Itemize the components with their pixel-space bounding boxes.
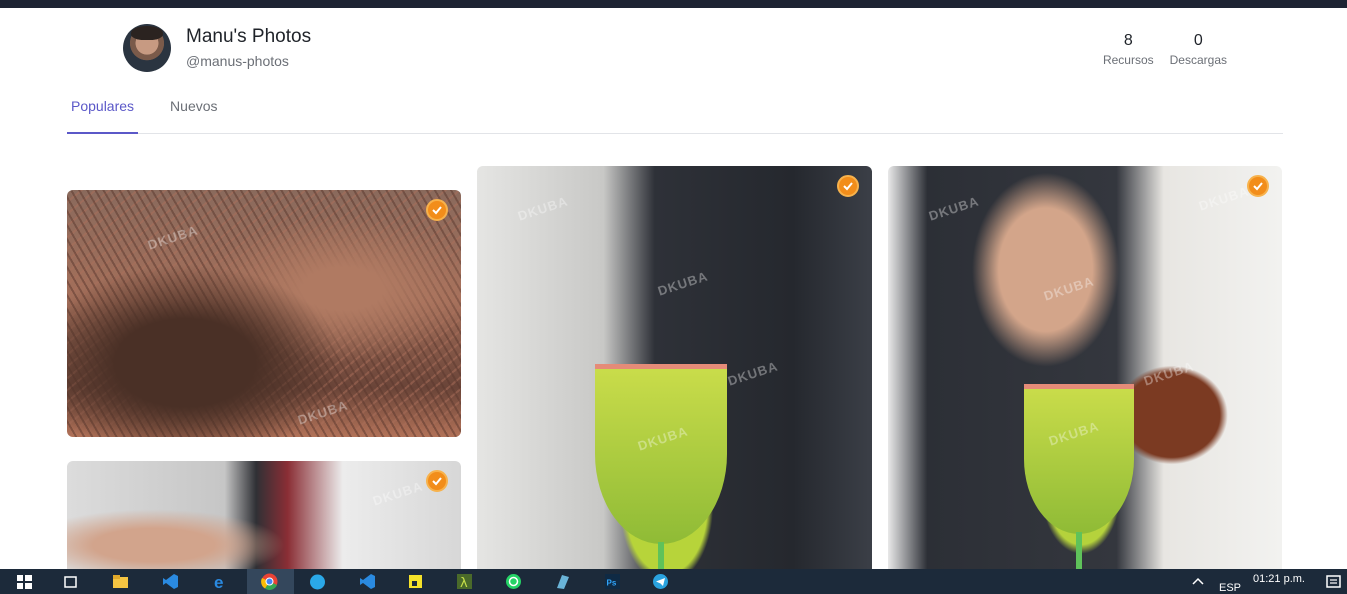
chevron-up-icon[interactable] [1191,574,1205,588]
svg-text:λ: λ [460,576,468,590]
stat-resources: 8 Recursos [1103,31,1154,68]
notification-icon[interactable] [1325,573,1342,590]
watermark: DKUBA [515,193,570,224]
watermark: DKUBA [725,358,780,389]
profile-handle: @manus-photos [186,53,289,69]
watermark: DKUBA [926,193,981,224]
svg-text:Ps: Ps [607,579,617,588]
watermark: DKUBA [370,478,425,509]
windows-start-icon[interactable] [16,573,33,590]
whatsapp-icon[interactable] [505,573,522,590]
profile-header: Manu's Photos @manus-photos [123,24,311,72]
app-icon[interactable] [554,573,571,590]
stat-label: Descargas [1169,53,1227,67]
tab-bar: Populares Nuevos [67,86,1283,134]
file-explorer-icon[interactable] [112,573,129,590]
stat-value: 0 [1193,32,1203,49]
photoshop-icon[interactable]: Ps [604,573,621,590]
watermark: DKUBA [655,268,710,299]
profile-stats: 8 Recursos 0 Descargas [1103,31,1227,68]
os-taskbar: e λ Ps ESP 01:21 p.m. [0,569,1347,594]
stat-label: Recursos [1102,53,1154,67]
app-icon[interactable] [309,573,326,590]
stat-value: 8 [1123,32,1133,49]
profile-name: Manu's Photos [186,26,312,47]
vscode-icon[interactable] [359,573,376,590]
verified-badge-icon [426,470,448,492]
tab-populares[interactable]: Populares [67,86,139,134]
vscode-icon[interactable] [162,573,179,590]
photo-card[interactable]: DKUBA DKUBA DKUBA DKUBA DKUBA [888,166,1282,581]
cocktail-glass [595,364,727,544]
verified-badge-icon [837,175,859,197]
watermark: DKUBA [295,397,350,428]
photo-card[interactable]: DKUBA [67,461,461,581]
verified-badge-icon [426,199,448,221]
sticky-notes-icon[interactable] [407,573,424,590]
watermark: DKUBA [1041,273,1096,304]
tab-nuevos[interactable]: Nuevos [166,86,221,134]
verified-badge-icon [1247,175,1269,197]
telegram-icon[interactable] [652,573,669,590]
profile-info: Manu's Photos @manus-photos [186,25,311,71]
lambda-app-icon[interactable]: λ [456,573,473,590]
chrome-icon[interactable] [261,573,278,590]
watermark: DKUBA [1196,183,1251,214]
avatar[interactable] [123,24,171,72]
task-view-icon[interactable] [63,573,80,590]
stat-downloads: 0 Descargas [1170,31,1227,68]
svg-text:e: e [214,573,223,590]
watermark: DKUBA [145,222,200,253]
top-bar [0,0,1347,8]
language-indicator[interactable]: ESP [1219,582,1241,594]
clock-time[interactable]: 01:21 p.m. [1253,573,1305,585]
edge-icon[interactable]: e [212,573,229,590]
watermark: DKUBA [1141,358,1196,389]
photo-card[interactable]: DKUBA DKUBA [67,190,461,437]
photo-card[interactable]: DKUBA DKUBA DKUBA DKUBA [477,166,872,581]
cocktail-glass [1024,384,1134,534]
